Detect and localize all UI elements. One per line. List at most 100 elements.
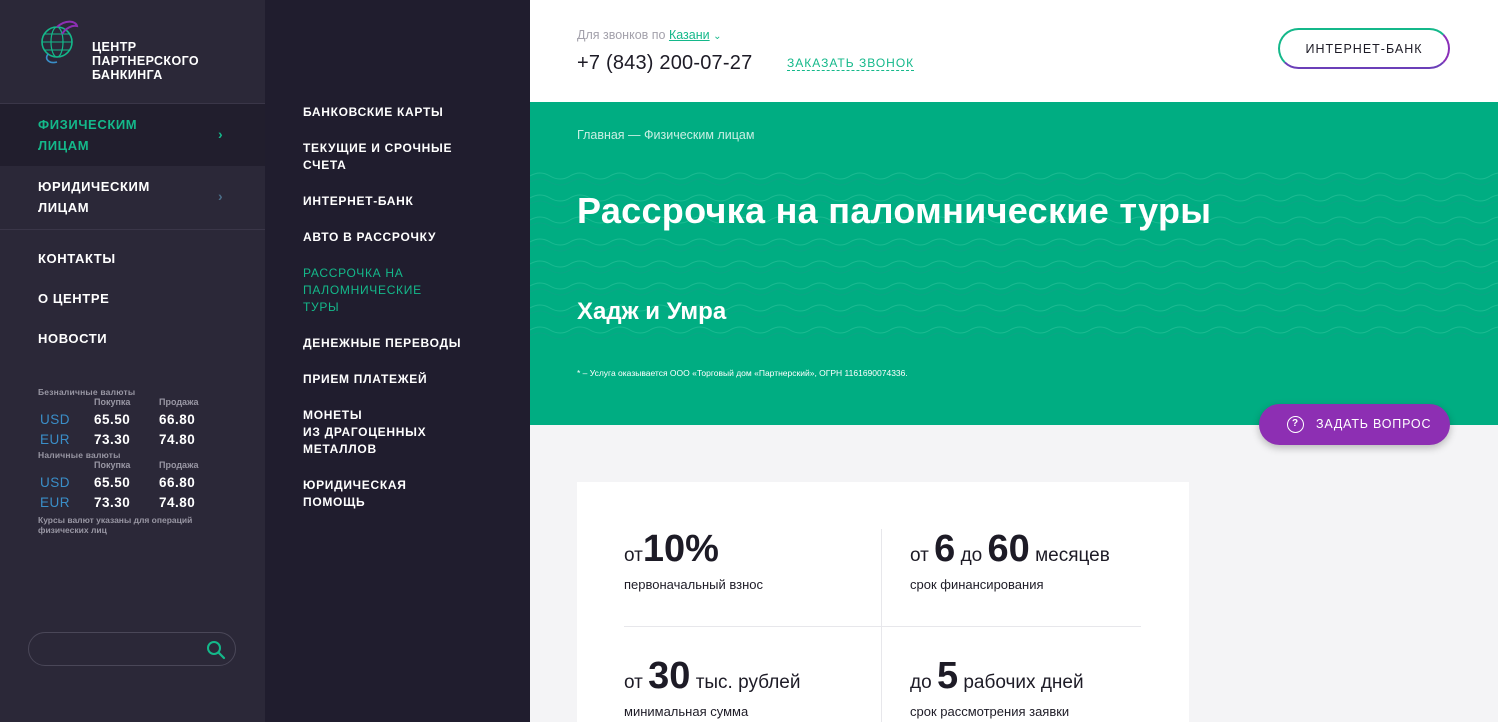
buy-rate: 65.50 [94, 412, 131, 427]
submenu-item-pilgrimage[interactable]: РАССРОЧКА НА ПАЛОМНИЧЕСКИЕ ТУРЫ [303, 265, 523, 316]
sell-rate: 66.80 [159, 475, 196, 490]
chevron-right-icon: › [218, 126, 224, 142]
brand-line-2: ПАРТНЕРСКОГО [92, 54, 200, 68]
page-title: Рассрочка на паломнические туры [577, 190, 1212, 231]
page-subtitle: Хадж и Умра [577, 298, 727, 325]
rates-header: Покупка Продажа [38, 460, 248, 473]
submenu-label: ПРИЕМ ПЛАТЕЖЕЙ [303, 372, 428, 386]
chevron-down-icon[interactable]: ⌄ [713, 31, 721, 42]
term-duration: от 6 до 60 месяцев срок финансирования [910, 528, 1110, 592]
search-input[interactable] [43, 639, 203, 659]
term-number: 5 [936, 655, 959, 697]
divider [624, 626, 1141, 627]
nav-news[interactable]: НОВОСТИ [0, 328, 265, 350]
submenu-label: БАНКОВСКИЕ КАРТЫ [303, 105, 444, 119]
nav-about[interactable]: О ЦЕНТРЕ [0, 288, 265, 310]
term-mid: до [960, 545, 983, 566]
submenu-item-legal-help[interactable]: ЮРИДИЧЕСКАЯ ПОМОЩЬ [303, 477, 523, 511]
phone-number[interactable]: +7 (843) 200-07-27 [577, 52, 752, 75]
nav-individuals[interactable]: ФИЗИЧЕСКИМ ЛИЦАМ › [0, 104, 265, 166]
submenu-item-auto[interactable]: АВТО В РАССРОЧКУ [303, 229, 523, 246]
submenu-label: МЕТАЛЛОВ [303, 442, 377, 456]
sell-header: Продажа [159, 460, 199, 470]
sell-rate: 74.80 [159, 432, 196, 447]
term-number: 60 [987, 528, 1030, 570]
term-number: 30 [648, 655, 691, 697]
buy-rate: 73.30 [94, 495, 131, 510]
term-description: срок рассмотрения заявки [910, 704, 1070, 719]
submenu-item-cards[interactable]: БАНКОВСКИЕ КАРТЫ [303, 104, 523, 121]
search-icon[interactable] [205, 639, 227, 661]
currency-code: USD [40, 412, 71, 427]
callback-link[interactable]: ЗАКАЗАТЬ ЗВОНОК [787, 56, 915, 71]
top-header: Для звонков по Казани ⌄ +7 (843) 200-07-… [530, 0, 1498, 102]
submenu-label: ТЕКУЩИЕ И СРОЧНЫЕ [303, 141, 453, 155]
breadcrumb[interactable]: Главная — Физическим лицам [577, 128, 754, 142]
term-value: от 6 до 60 месяцев [910, 528, 1110, 571]
rate-row: USD 65.50 66.80 [38, 473, 248, 493]
submenu-label: СЧЕТА [303, 158, 347, 172]
ask-question-label: ЗАДАТЬ ВОПРОС [1316, 417, 1432, 431]
submenu-label: ПАЛОМНИЧЕСКИЕ [303, 283, 422, 297]
submenu-label: МОНЕТЫ [303, 408, 363, 422]
submenu: БАНКОВСКИЕ КАРТЫ ТЕКУЩИЕ И СРОЧНЫЕ СЧЕТА… [265, 0, 530, 722]
call-caption-text: Для звонков по [577, 28, 666, 42]
submenu-label: ТУРЫ [303, 300, 340, 314]
nav-contacts-label: КОНТАКТЫ [38, 251, 116, 266]
rates-note-line-1: Курсы валют указаны для операций [38, 515, 193, 525]
question-icon: ? [1287, 416, 1304, 433]
internet-bank-button[interactable]: ИНТЕРНЕТ-БАНК [1278, 28, 1450, 69]
term-unit: рабочих дней [963, 672, 1084, 693]
term-min-amount: от 30 тыс. рублей минимальная сумма [624, 655, 800, 719]
sell-rate: 66.80 [159, 412, 196, 427]
exchange-rates: Безналичные валюты Покупка Продажа USD 6… [38, 387, 248, 535]
sell-rate: 74.80 [159, 495, 196, 510]
search-box [28, 632, 236, 666]
term-down-payment: от10% первоначальный взнос [624, 528, 763, 592]
service-footnote: * – Услуга оказывается ООО «Торговый дом… [577, 368, 908, 378]
submenu-item-coins[interactable]: МОНЕТЫ ИЗ ДРАГОЦЕННЫХ МЕТАЛЛОВ [303, 407, 523, 458]
nav-individuals-label-2: ЛИЦАМ [38, 138, 90, 153]
term-value: до 5 рабочих дней [910, 655, 1084, 698]
rate-row: USD 65.50 66.80 [38, 410, 248, 430]
rates-note-line-2: физических лиц [38, 525, 107, 535]
sell-header: Продажа [159, 397, 199, 407]
cashless-caption: Безналичные валюты [38, 387, 136, 397]
nav-contacts[interactable]: КОНТАКТЫ [0, 248, 265, 270]
hero-banner: Главная — Физическим лицам Рассрочка на … [530, 102, 1498, 425]
submenu-label: ЮРИДИЧЕСКАЯ [303, 478, 407, 492]
call-caption: Для звонков по Казани ⌄ [577, 28, 722, 42]
chevron-right-icon: › [218, 188, 224, 204]
currency-code: EUR [40, 432, 71, 447]
rate-row: EUR 73.30 74.80 [38, 430, 248, 450]
term-description: первоначальный взнос [624, 577, 764, 592]
term-prefix: от [624, 545, 643, 566]
nav-individuals-label-1: ФИЗИЧЕСКИМ [38, 117, 138, 132]
sidebar: ЦЕНТР ПАРТНЕРСКОГО БАНКИНГА ФИЗИЧЕСКИМ Л… [0, 0, 265, 722]
submenu-item-payments[interactable]: ПРИЕМ ПЛАТЕЖЕЙ [303, 371, 523, 388]
rates-note: Курсы валют указаны для операций физичес… [38, 515, 248, 535]
term-prefix: от [910, 545, 929, 566]
term-value: от10% [624, 528, 763, 571]
submenu-label: ДЕНЕЖНЫЕ ПЕРЕВОДЫ [303, 336, 462, 350]
submenu-label: АВТО В РАССРОЧКУ [303, 230, 437, 244]
term-description: минимальная сумма [624, 704, 749, 719]
brand-line-3: БАНКИНГА [92, 68, 163, 82]
term-number: 10% [642, 528, 719, 570]
nav-legal-entities[interactable]: ЮРИДИЧЕСКИМ ЛИЦАМ › [0, 166, 265, 229]
submenu-label: РАССРОЧКА НА [303, 266, 404, 280]
submenu-item-accounts[interactable]: ТЕКУЩИЕ И СРОЧНЫЕ СЧЕТА [303, 140, 523, 174]
currency-code: EUR [40, 495, 71, 510]
submenu-label: ИЗ ДРАГОЦЕННЫХ [303, 425, 427, 439]
rate-row: EUR 73.30 74.80 [38, 493, 248, 513]
city-selector[interactable]: Казани [669, 28, 710, 42]
divider [0, 229, 265, 230]
submenu-item-internet-bank[interactable]: ИНТЕРНЕТ-БАНК [303, 193, 523, 210]
brand-name: ЦЕНТР ПАРТНЕРСКОГО БАНКИНГА [92, 40, 199, 82]
nav-about-label: О ЦЕНТРЕ [38, 291, 110, 306]
buy-rate: 65.50 [94, 475, 131, 490]
brand-logo[interactable]: ЦЕНТР ПАРТНЕРСКОГО БАНКИНГА [38, 18, 199, 82]
term-description: срок финансирования [910, 577, 1044, 592]
ask-question-button[interactable]: ? ЗАДАТЬ ВОПРОС [1259, 404, 1450, 445]
submenu-item-transfers[interactable]: ДЕНЕЖНЫЕ ПЕРЕВОДЫ [303, 335, 523, 352]
